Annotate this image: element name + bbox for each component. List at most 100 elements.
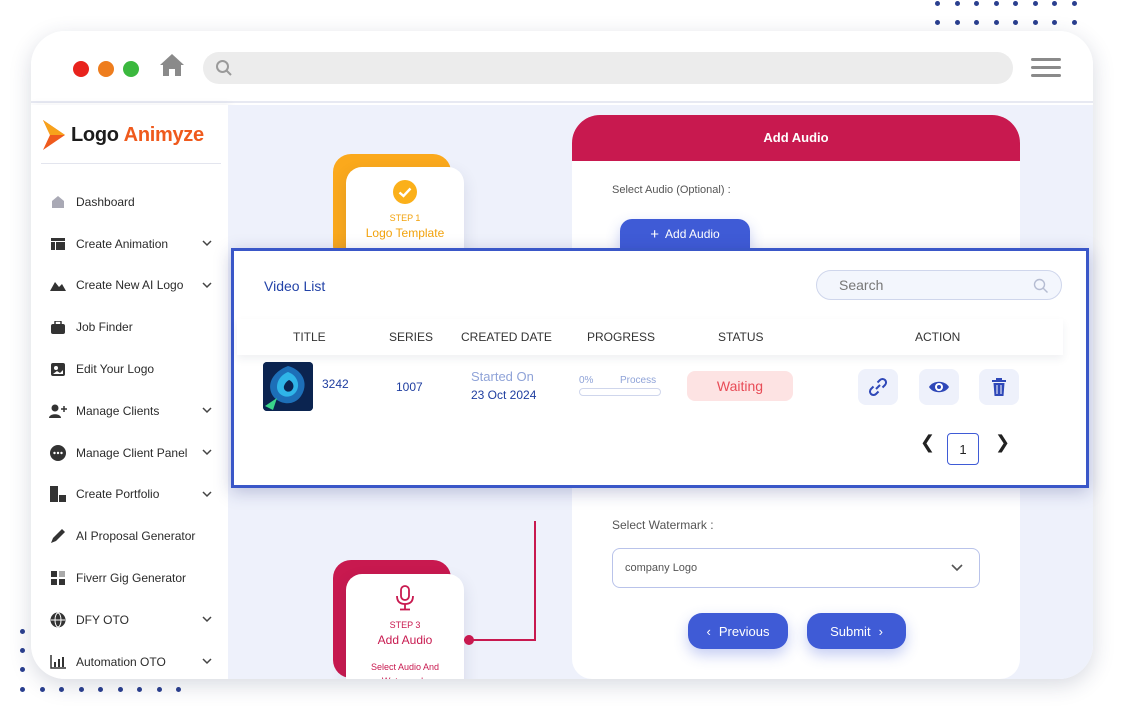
sidebar-item-manage-client-panel[interactable]: Manage Client Panel: [31, 432, 228, 474]
sidebar-item-edit-your-logo[interactable]: Edit Your Logo: [31, 348, 228, 390]
brand-logo: Logo Animyze: [41, 117, 204, 153]
address-bar[interactable]: [203, 52, 1013, 84]
trash-icon: [992, 378, 1006, 396]
sidebar-item-create-new-ai-logo[interactable]: Create New AI Logo: [31, 265, 228, 307]
close-window-button[interactable]: [73, 61, 89, 77]
decorative-dot: [1032, 20, 1038, 25]
image-icon: [49, 361, 67, 377]
globe-icon: [49, 612, 67, 628]
decorative-dot: [117, 687, 123, 692]
decorative-dot: [935, 1, 940, 6]
progress-percent: 0%: [579, 375, 594, 386]
step3-description: Select Audio And Watermark.: [370, 662, 440, 679]
step3-title: Add Audio: [377, 633, 433, 647]
watermark-select-value: company Logo: [625, 562, 698, 574]
watermark-select[interactable]: company Logo: [612, 548, 980, 588]
add-audio-button[interactable]: + Add Audio: [620, 219, 750, 249]
add-audio-button-label: Add Audio: [665, 227, 720, 241]
check-circle-icon: [393, 180, 417, 204]
home-icon: [49, 194, 67, 210]
maximize-window-button[interactable]: [123, 61, 139, 77]
decorative-dot: [1071, 1, 1077, 6]
decorative-dot: [993, 20, 999, 25]
step3-card[interactable]: STEP 3 Add Audio Select Audio And Waterm…: [346, 574, 464, 679]
submit-button[interactable]: Submit ›: [807, 613, 906, 649]
video-thumbnail[interactable]: [263, 362, 313, 411]
previous-button-label: Previous: [718, 623, 770, 639]
logo-text-logo: Logo: [71, 123, 119, 146]
sidebar-divider: [41, 163, 221, 164]
sidebar-item-dfy-oto[interactable]: DFY OTO: [31, 599, 228, 641]
sidebar-item-create-animation[interactable]: Create Animation: [31, 223, 228, 265]
select-watermark-label: Select Watermark :: [612, 518, 714, 532]
minimize-window-button[interactable]: [98, 61, 114, 77]
sidebar-item-label: Create Animation: [76, 236, 169, 251]
decorative-dot: [78, 687, 84, 692]
connector-line: [464, 639, 536, 641]
delete-button[interactable]: [979, 369, 1019, 405]
sidebar-item-dashboard[interactable]: Dashboard: [31, 181, 228, 223]
chevron-down-icon: [202, 491, 212, 497]
decorative-dot: [1071, 20, 1077, 25]
next-page-button[interactable]: ❯: [995, 432, 1010, 453]
video-thumbnail-image: [263, 362, 313, 411]
layout-icon: [49, 236, 67, 252]
panel-title: Add Audio: [572, 115, 1020, 161]
portfolio-icon: [49, 486, 67, 503]
started-on-label: Started On: [471, 369, 534, 384]
chevron-down-icon: [202, 616, 212, 623]
sidebar-item-ai-proposal-generator[interactable]: AI Proposal Generator: [31, 515, 228, 557]
previous-button[interactable]: ‹ Previous: [688, 613, 788, 649]
sidebar-item-label: Create New AI Logo: [76, 278, 184, 293]
browser-toolbar: [31, 31, 1093, 103]
link-icon: [868, 377, 888, 397]
sidebar-item-label: DFY OTO: [76, 612, 129, 627]
video-title: 3242: [322, 377, 349, 391]
sidebar-item-label: Job Finder: [76, 320, 133, 335]
briefcase-icon: [49, 319, 67, 335]
eye-icon: [929, 381, 949, 393]
table-header: TITLE SERIES CREATED DATE PROGRESS STATU…: [237, 319, 1063, 355]
sidebar-item-manage-clients[interactable]: Manage Clients: [31, 390, 228, 432]
sidebar-item-job-finder[interactable]: Job Finder: [31, 306, 228, 348]
sidebar-item-label: Manage Client Panel: [76, 445, 188, 460]
sidebar-item-fiverr-gig-generator[interactable]: Fiverr Gig Generator: [31, 557, 228, 599]
step3-label: STEP 3: [389, 620, 421, 630]
column-header-action: ACTION: [915, 330, 961, 344]
sidebar-item-label: Create Portfolio: [76, 487, 160, 502]
logo-text-animyze: Animyze: [123, 123, 204, 146]
decorative-dot: [20, 667, 25, 672]
home-icon[interactable]: [159, 53, 185, 77]
copy-link-button[interactable]: [858, 369, 898, 405]
video-list-title: Video List: [264, 278, 326, 294]
created-date: 23 Oct 2024: [471, 388, 537, 402]
column-header-progress: PROGRESS: [587, 330, 656, 344]
sidebar-item-create-portfolio[interactable]: Create Portfolio: [31, 474, 228, 516]
decorative-dot: [974, 1, 979, 6]
previous-page-button[interactable]: ❮: [920, 432, 935, 453]
page-number-button[interactable]: 1: [947, 433, 979, 465]
decorative-dot: [20, 629, 25, 634]
decorative-dot: [176, 687, 181, 692]
decorative-dot: [137, 687, 142, 692]
search-input[interactable]: Search: [816, 270, 1062, 300]
decorative-dot: [98, 687, 103, 692]
search-icon: [1033, 278, 1048, 293]
decorative-dot: [954, 20, 960, 25]
submit-button-label: Submit: [830, 623, 871, 639]
sidebar-item-label: Edit Your Logo: [76, 362, 155, 377]
decorative-dot: [20, 648, 25, 653]
chevron-down-icon: [202, 449, 212, 455]
sidebar-item-automation-oto[interactable]: Automation OTO: [31, 641, 228, 679]
column-header-status: STATUS: [718, 330, 764, 344]
connector-line: [534, 521, 536, 641]
connector-dot: [464, 635, 474, 645]
sidebar-item-label: Manage Clients: [76, 403, 160, 418]
hamburger-menu-icon[interactable]: [1031, 58, 1061, 82]
pen-icon: [49, 528, 67, 544]
decorative-dot: [935, 20, 940, 25]
view-button[interactable]: [919, 369, 959, 405]
chevron-down-icon: [202, 658, 212, 664]
progress-label: Process: [620, 375, 657, 386]
video-series: 1007: [396, 380, 423, 394]
